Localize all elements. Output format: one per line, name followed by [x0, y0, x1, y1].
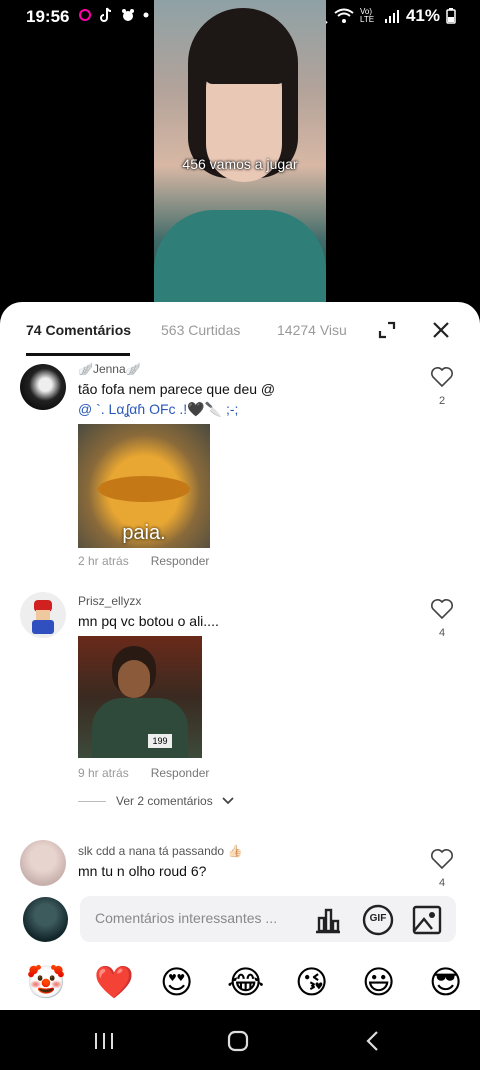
comment-username-text: Jenna [92, 362, 126, 376]
quick-emoji-bar: 🤡 ❤️ 😍 😂 😘 😃 😎 [0, 954, 480, 1010]
recording-icon [79, 9, 91, 21]
view-replies-button[interactable]: Ver 2 comentários [78, 794, 235, 808]
active-tab-indicator [26, 353, 130, 356]
like-count: 4 [438, 627, 446, 639]
close-icon[interactable] [430, 319, 452, 341]
comment-item: slk cdd a nana tá passando 👍🏻 mn tu n ol… [0, 840, 480, 890]
avatar[interactable] [20, 840, 66, 886]
emoji-button[interactable]: 😘 [295, 964, 328, 1000]
comment-text-line1: tão fofa nem parece que deu @ [78, 381, 276, 397]
comment-meta: 2 hr atrás Responder [78, 554, 209, 568]
comment-item: 🪽Jenna🪽 tão fofa nem parece que deu @ @ … [0, 358, 480, 572]
dot-icon [143, 12, 149, 18]
my-avatar[interactable] [23, 897, 68, 942]
like-count: 2 [438, 395, 446, 407]
battery-icon [446, 8, 456, 24]
chevron-down-icon [222, 797, 234, 805]
emoji-button[interactable]: 😎 [429, 964, 462, 1000]
heart-outline-icon [431, 367, 453, 388]
back-icon[interactable] [363, 1030, 383, 1052]
comment-tabs: 74 Comentários 563 Curtidas 14274 Visu [0, 302, 480, 358]
like-count: 4 [438, 877, 446, 889]
comment-username[interactable]: slk cdd a nana tá passando 👍🏻 [78, 844, 242, 858]
emoji-button[interactable]: 😍 [160, 964, 193, 1000]
emoji-button[interactable]: ❤️ [94, 964, 134, 1000]
avatar[interactable] [20, 592, 66, 638]
signal-icon [384, 10, 399, 23]
comment-time: 2 hr atrás [78, 554, 129, 568]
comment-item: Prisz_ellyzx mn pq vc botou o ali.... 19… [0, 590, 480, 820]
volte-label: Vo) LTE [359, 7, 375, 24]
comment-image[interactable]: 199 [78, 636, 202, 758]
comment-meta: 9 hr atrás Responder [78, 766, 209, 780]
app-notification-icon [122, 9, 134, 21]
system-nav-bar [0, 1010, 480, 1070]
like-button[interactable]: 4 [428, 598, 456, 639]
tiktok-icon [100, 7, 112, 22]
battery-percent: 41% [405, 6, 440, 25]
comment-input-placeholder: Comentários interessantes ... [95, 910, 278, 926]
home-icon[interactable] [226, 1030, 250, 1052]
image-figure-body [92, 698, 188, 758]
image-figure-face [118, 660, 150, 698]
image-fish-mouth [98, 476, 190, 502]
view-replies-label: Ver 2 comentários [116, 794, 213, 808]
video-figure-jacket [154, 210, 326, 302]
divider [78, 800, 106, 802]
heart-outline-icon [431, 849, 453, 870]
reply-button[interactable]: Responder [151, 766, 210, 780]
tab-likes[interactable]: 563 Curtidas [161, 322, 240, 338]
comments-sheet: 74 Comentários 563 Curtidas 14274 Visu 🪽… [0, 302, 480, 1010]
notification-icons [78, 7, 149, 23]
wifi-icon [334, 8, 354, 23]
gif-button[interactable]: GIF [362, 904, 394, 936]
comment-username[interactable]: 🪽Jenna🪽 [78, 362, 141, 376]
comment-image[interactable]: paia. [78, 424, 210, 548]
heart-outline-icon [431, 599, 453, 620]
tab-comments[interactable]: 74 Comentários [26, 322, 131, 338]
avatar[interactable] [20, 364, 66, 410]
like-button[interactable]: 2 [428, 366, 456, 407]
comment-input[interactable]: Comentários interessantes ... GIF [80, 896, 456, 942]
reply-button[interactable]: Responder [151, 554, 210, 568]
expand-icon[interactable] [376, 319, 398, 341]
image-caption: paia. [122, 522, 166, 544]
comment-text-line2: @ `. Lαʆαɦ OFc .!🖤🔪 ;-; [78, 401, 239, 417]
comment-username[interactable]: Prisz_ellyzx [78, 594, 141, 608]
image-icon[interactable] [411, 904, 443, 936]
comment-text: mn pq vc botou o ali.... [78, 613, 219, 629]
like-button[interactable]: 4 [428, 848, 456, 889]
recent-apps-icon[interactable] [93, 1030, 115, 1052]
gif-label: GIF [369, 913, 387, 924]
emoji-button[interactable]: 😂 [227, 964, 264, 1000]
emoji-button[interactable]: 🤡 [26, 964, 66, 1000]
chart-icon[interactable] [312, 904, 344, 936]
tab-views[interactable]: 14274 Visu [277, 322, 355, 338]
comment-composer: Comentários interessantes ... GIF [0, 892, 480, 948]
video-player[interactable]: 456 vamos a jugar [154, 0, 326, 302]
image-badge: 199 [148, 734, 172, 748]
comment-text: mn tu n olho roud 6? [78, 863, 207, 879]
emoji-button[interactable]: 😃 [362, 964, 395, 1000]
system-icons: Vo) LTE 41% [310, 6, 456, 26]
video-caption: 456 vamos a jugar [182, 156, 298, 172]
comment-time: 9 hr atrás [78, 766, 129, 780]
status-time: 19:56 [26, 7, 70, 26]
